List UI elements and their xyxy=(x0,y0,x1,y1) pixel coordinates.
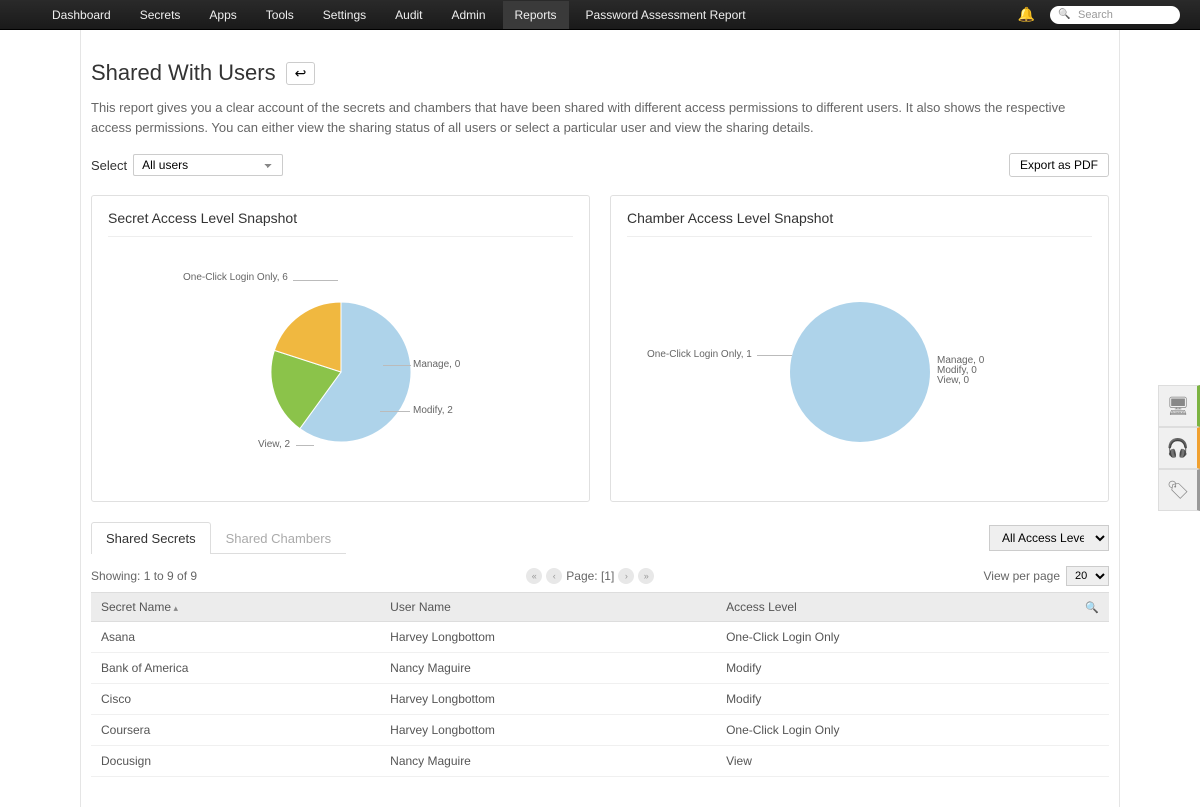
chart-title: Secret Access Level Snapshot xyxy=(108,210,573,237)
user-select[interactable]: All users xyxy=(133,154,283,176)
nav-item-apps[interactable]: Apps xyxy=(197,1,248,29)
col-secret-name[interactable]: Secret Name xyxy=(91,593,380,622)
pager-prev-icon[interactable]: ‹ xyxy=(546,568,562,584)
top-nav: DashboardSecretsAppsToolsSettingsAuditAd… xyxy=(0,0,1200,30)
pager-next-icon[interactable]: › xyxy=(618,568,634,584)
col-access-level[interactable]: Access Level xyxy=(716,593,1075,622)
table-row[interactable]: AsanaHarvey LongbottomOne-Click Login On… xyxy=(91,622,1109,653)
tag-icon[interactable]: 🏷 xyxy=(1158,469,1200,511)
nav-item-admin[interactable]: Admin xyxy=(440,1,498,29)
notifications-icon[interactable]: 🔔 xyxy=(1018,6,1035,23)
chart-title: Chamber Access Level Snapshot xyxy=(627,210,1092,237)
view-per-page-select[interactable]: 20 xyxy=(1066,566,1109,586)
side-action-bar: 🖥 🎧 🏷 xyxy=(1158,385,1200,511)
pager-first-icon[interactable]: « xyxy=(526,568,542,584)
nav-item-dashboard[interactable]: Dashboard xyxy=(40,1,123,29)
select-label: Select xyxy=(91,158,127,173)
access-level-filter[interactable]: All Access Level xyxy=(989,525,1109,551)
export-pdf-button[interactable]: Export as PDF xyxy=(1009,153,1109,177)
headset-icon[interactable]: 🎧 xyxy=(1158,427,1200,469)
shared-secrets-table: Secret Name User Name Access Level 🔍 Asa… xyxy=(91,592,1109,777)
secret-access-chart-panel: Secret Access Level Snapshot One-Click L… xyxy=(91,195,590,502)
nav-item-audit[interactable]: Audit xyxy=(383,1,434,29)
pie-label: Manage, 0 xyxy=(413,359,460,370)
pager-last-icon[interactable]: » xyxy=(638,568,654,584)
page-title: Shared With Users xyxy=(91,60,276,86)
pie-label: One-Click Login Only, 1 xyxy=(647,349,752,360)
table-row[interactable]: CourseraHarvey LongbottomOne-Click Login… xyxy=(91,715,1109,746)
view-per-page-label: View per page xyxy=(984,569,1061,583)
table-row[interactable]: CiscoHarvey LongbottomModify xyxy=(91,684,1109,715)
nav-item-settings[interactable]: Settings xyxy=(311,1,378,29)
pie-label: Modify, 2 xyxy=(413,405,453,416)
nav-item-secrets[interactable]: Secrets xyxy=(128,1,193,29)
tab-shared-secrets[interactable]: Shared Secrets xyxy=(91,522,211,554)
col-user-name[interactable]: User Name xyxy=(380,593,716,622)
page-description: This report gives you a clear account of… xyxy=(91,98,1109,137)
search-input[interactable]: Search xyxy=(1050,6,1180,24)
showing-text: Showing: 1 to 9 of 9 xyxy=(91,569,197,583)
tab-shared-chambers[interactable]: Shared Chambers xyxy=(211,522,347,554)
search-icon[interactable]: 🔍 xyxy=(1085,602,1099,614)
chamber-access-chart-panel: Chamber Access Level Snapshot One-Click … xyxy=(610,195,1109,502)
pie-label: One-Click Login Only, 6 xyxy=(183,272,288,283)
nav-item-password-assessment-report[interactable]: Password Assessment Report xyxy=(574,1,758,29)
page-indicator: Page: [1] xyxy=(566,569,614,583)
back-button[interactable]: ↩ xyxy=(286,62,316,85)
nav-item-tools[interactable]: Tools xyxy=(254,1,306,29)
pie-label: View, 0 xyxy=(937,375,969,386)
pager: « ‹ Page: [1] › » xyxy=(526,568,654,584)
table-row[interactable]: DocusignNancy MaguireView xyxy=(91,746,1109,777)
monitor-icon[interactable]: 🖥 xyxy=(1158,385,1200,427)
pie-label: View, 2 xyxy=(258,439,290,450)
nav-item-reports[interactable]: Reports xyxy=(503,1,569,29)
